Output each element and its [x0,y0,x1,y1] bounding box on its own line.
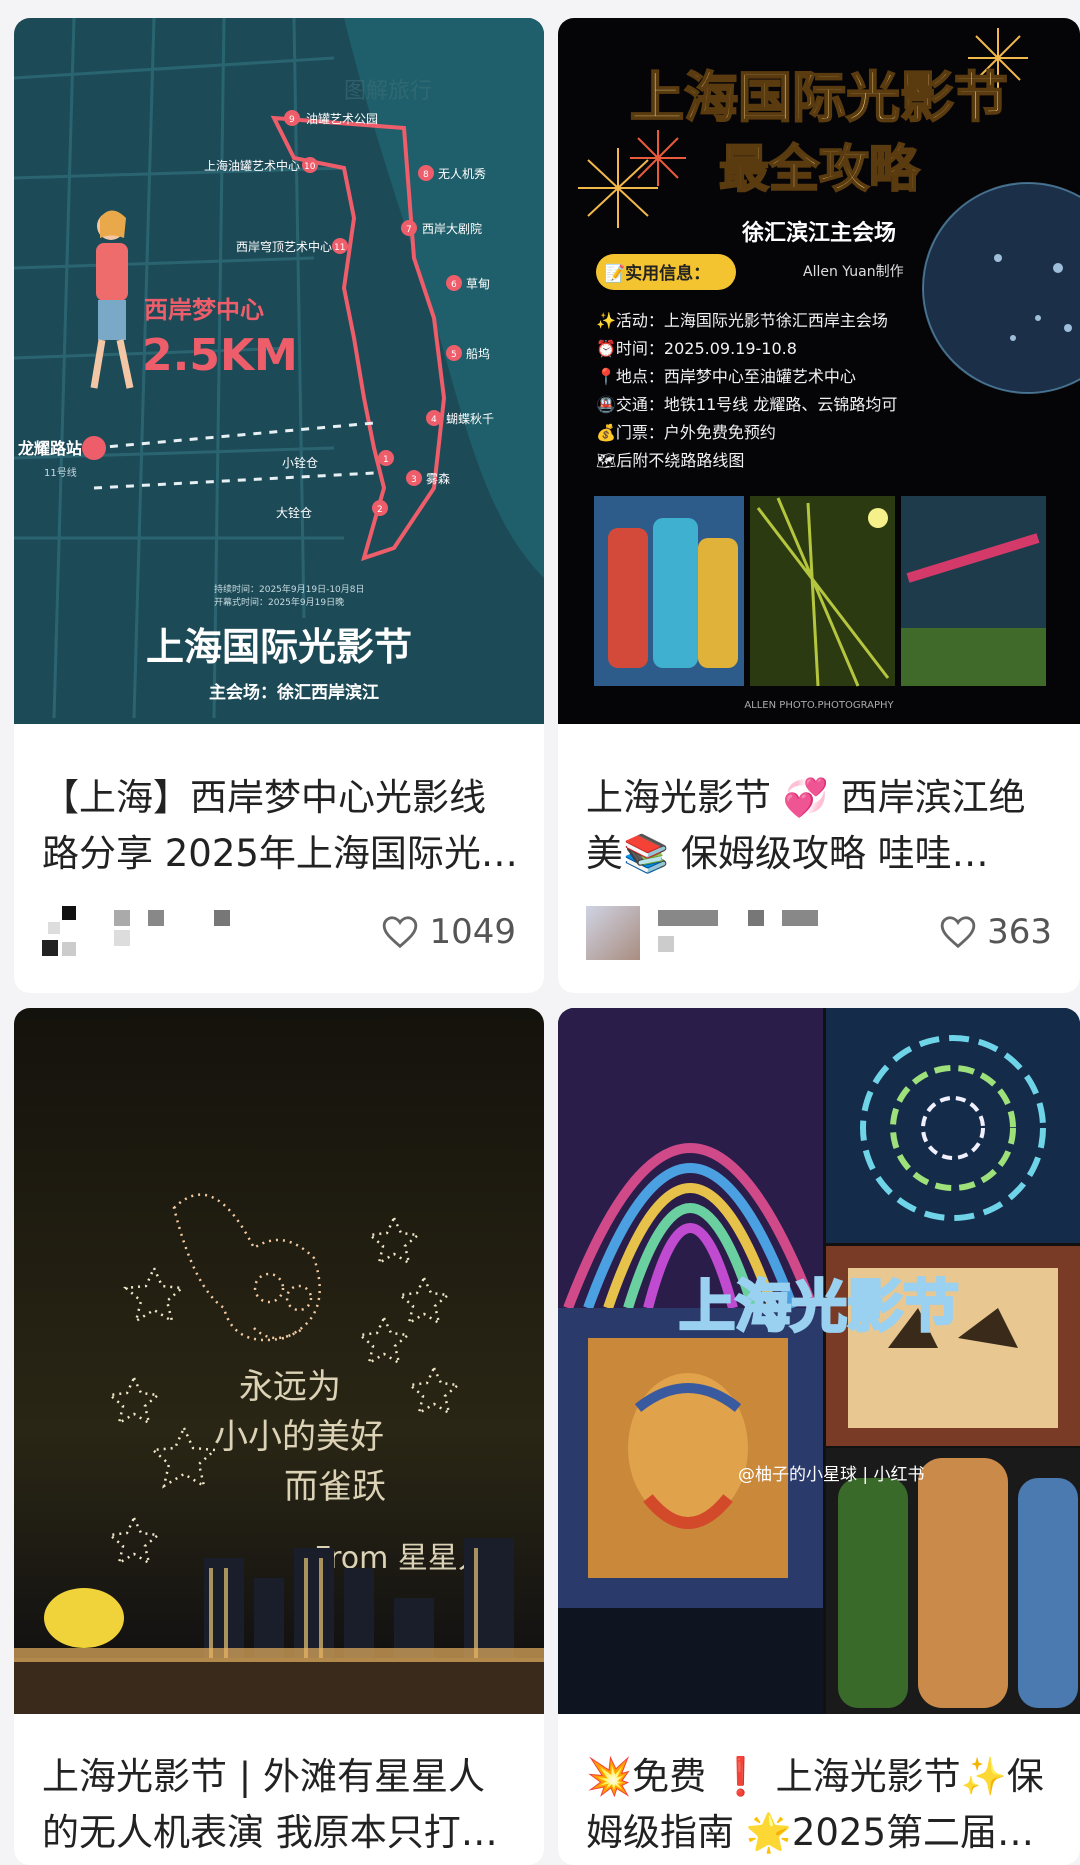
swirl-projection [826,1008,1080,1243]
heart-icon [940,916,976,949]
note-card[interactable]: 上海国际光影节 最全攻略 徐汇滨江主会场 📝实用信息： Allen Yuan制作… [558,18,1080,993]
poster-subheadline: 最全攻略 [719,140,920,198]
collage-watermark: @柚子的小星球 | 小红书 [738,1465,925,1485]
note-card[interactable]: 上海光影节 @柚子的小星球 | 小红书 💥免费 ❗ 上海光影节✨保姆级指南 🌟2… [558,1008,1080,1865]
note-card[interactable]: 永远为 小小的美好 而雀跃 From 星星人 上海光影节 | 外滩有星星人的无人… [14,1008,544,1865]
cover-subline: 主会场：徐汇西岸滨江 [209,682,379,703]
svg-text:大铨仓: 大铨仓 [276,505,312,520]
svg-text:小小的美好: 小小的美好 [214,1417,384,1457]
svg-text:💰门票：户外免费免预约: 💰门票：户外免费免预约 [596,423,776,442]
distance-label: 西岸梦中心 [144,296,264,324]
avatar[interactable] [586,904,642,960]
drone-show-image: 永远为 小小的美好 而雀跃 From 星星人 [14,1008,544,1714]
station-line: 11号线 [44,466,77,479]
photo-collage [594,496,1046,687]
note-cover-image[interactable]: 龙耀路站 11号线 2 大铨仓 1 小铨仓 3 雾森 4 蝴蝶秋千 5 船坞 6… [14,18,544,724]
svg-text:7: 7 [406,225,412,235]
like-button[interactable]: 1049 [381,910,516,954]
note-title[interactable]: 上海光影节 💞 西岸滨江绝美📚 保姆级攻略 哇哇哇，… [586,770,1056,882]
metro-icon [82,436,106,460]
distance-value: 2.5KM [142,330,298,381]
light-collage-image: 上海光影节 @柚子的小星球 | 小红书 [558,1008,1080,1714]
svg-text:9: 9 [289,115,295,125]
svg-text:雾森: 雾森 [426,471,450,486]
svg-text:草甸: 草甸 [466,277,490,291]
note-title[interactable]: 💥免费 ❗ 上海光影节✨保姆级指南 🌟2025第二届… [586,1749,1056,1861]
svg-text:永远为: 永远为 [239,1367,341,1407]
painted-cylinders [826,1448,1080,1714]
svg-text:8: 8 [423,170,429,180]
poster-footer: ALLEN PHOTO.PHOTOGRAPHY [744,700,894,711]
poster-credit: Allen Yuan制作 [803,264,904,280]
svg-text:6: 6 [451,280,457,290]
svg-text:船坞: 船坞 [466,346,490,361]
note-cover-image[interactable]: 永远为 小小的美好 而雀跃 From 星星人 [14,1008,544,1714]
route-map-image: 龙耀路站 11号线 2 大铨仓 1 小铨仓 3 雾森 4 蝴蝶秋千 5 船坞 6… [14,18,544,724]
note-meta: 363 [586,904,1052,964]
svg-text:1: 1 [383,455,389,465]
svg-text:蝴蝶秋千: 蝴蝶秋千 [446,411,494,426]
svg-text:3: 3 [411,475,417,485]
like-button[interactable]: 363 [939,910,1052,954]
festival-duration: 持续时间：2025年9月19日-10月8日 [214,583,365,595]
poster-headline: 上海国际光影节 [630,66,1008,129]
svg-text:西岸穹顶艺术中心: 西岸穹顶艺术中心 [236,239,332,254]
svg-text:🚇交通：地铁11号线 龙耀路、云锦路均可: 🚇交通：地铁11号线 龙耀路、云锦路均可 [596,395,897,414]
svg-text:10: 10 [304,162,316,172]
note-title[interactable]: 上海光影节 | 外滩有星星人的无人机表演 我原本只打… [42,1749,520,1861]
notes-feed: 龙耀路站 11号线 2 大铨仓 1 小铨仓 3 雾森 4 蝴蝶秋千 5 船坞 6… [0,0,1080,1865]
cover-headline: 上海国际光影节 [146,625,412,669]
guide-poster-image: 上海国际光影节 最全攻略 徐汇滨江主会场 📝实用信息： Allen Yuan制作… [558,18,1080,724]
svg-text:2: 2 [377,505,383,515]
svg-text:4: 4 [431,415,437,425]
svg-text:✨活动：上海国际光影节徐汇西岸主会场: ✨活动：上海国际光影节徐汇西岸主会场 [596,311,888,330]
info-tag: 📝实用信息： [604,263,710,284]
svg-text:西岸大剧院: 西岸大剧院 [422,222,482,236]
svg-text:而雀跃: 而雀跃 [284,1467,386,1507]
map-watermark: 图解旅行 [344,79,432,104]
author-name-pixelated[interactable] [658,908,858,958]
like-count: 1049 [429,912,516,952]
like-count: 363 [987,912,1052,952]
author-name-pixelated[interactable] [114,908,314,958]
portrait-projection [558,1308,823,1608]
note-cover-image[interactable]: 上海光影节 @柚子的小星球 | 小红书 [558,1008,1080,1714]
station-name: 龙耀路站 [17,439,82,458]
poster-venue: 徐汇滨江主会场 [741,220,896,246]
yellow-mascot [44,1588,124,1648]
svg-text:⏰时间：2025.09.19-10.8: ⏰时间：2025.09.19-10.8 [596,339,797,358]
arch-tunnel [558,1008,823,1310]
heart-icon [383,916,418,949]
collage-headline: 上海光影节 [679,1275,959,1340]
note-title[interactable]: 【上海】西岸梦中心光影线路分享 2025年上海国际光… [42,770,520,882]
svg-text:5: 5 [451,350,457,360]
avatar[interactable] [42,904,98,960]
svg-text:上海油罐艺术中心: 上海油罐艺术中心 [204,158,300,173]
svg-text:🗺后附不绕路路线图: 🗺后附不绕路路线图 [596,451,744,470]
note-cover-image[interactable]: 上海国际光影节 最全攻略 徐汇滨江主会场 📝实用信息： Allen Yuan制作… [558,18,1080,724]
note-meta: 1049 [42,904,516,964]
svg-text:From 星星人: From 星星人 [314,1541,488,1576]
svg-text:📍地点：西岸梦中心至油罐艺术中心: 📍地点：西岸梦中心至油罐艺术中心 [596,367,856,386]
note-card[interactable]: 龙耀路站 11号线 2 大铨仓 1 小铨仓 3 雾森 4 蝴蝶秋千 5 船坞 6… [14,18,544,993]
svg-text:11: 11 [334,243,345,253]
svg-text:油罐艺术公园: 油罐艺术公园 [306,112,378,126]
svg-text:无人机秀: 无人机秀 [438,167,486,181]
svg-text:小铨仓: 小铨仓 [282,455,318,470]
opening-time: 开幕式时间：2025年9月19日晚 [214,596,344,608]
